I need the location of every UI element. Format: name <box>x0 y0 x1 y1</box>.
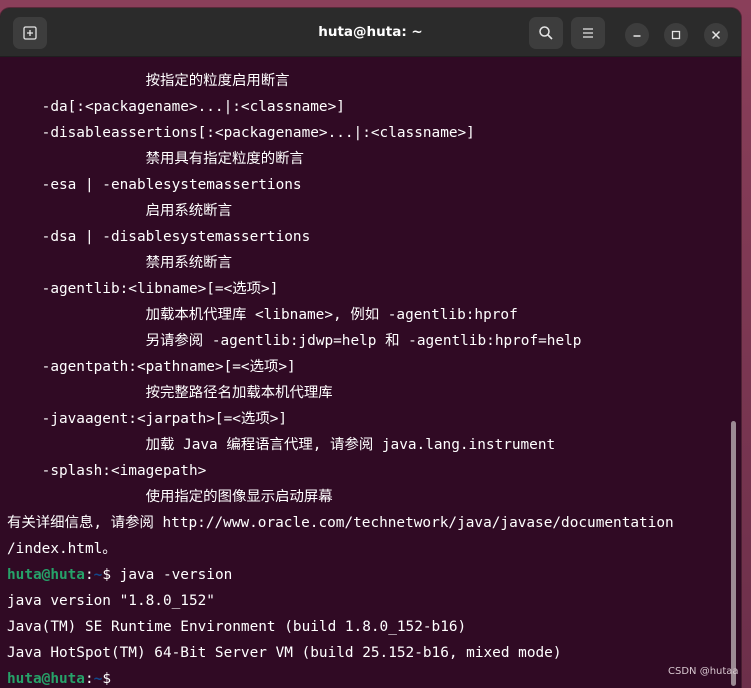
prompt-line: huta@huta:~$ java -version <box>7 562 232 588</box>
minimize-icon <box>633 35 641 37</box>
output-line: -dsa | -disablesystemassertions <box>7 229 311 245</box>
output-line: 加载 Java 编程语言代理, 请参阅 java.lang.instrument <box>7 437 556 453</box>
output-line: -agentlib:<libname>[=<选项>] <box>7 281 279 297</box>
search-button[interactable] <box>529 17 563 49</box>
terminal-output-area[interactable]: 按指定的粒度启用断言 -da[:<packagename>...|:<class… <box>0 57 741 688</box>
output-line: 使用指定的图像显示启动屏幕 <box>7 489 333 505</box>
prompt-command: java -version <box>119 567 233 583</box>
hamburger-menu-icon <box>583 28 593 38</box>
output-line: Java HotSpot(TM) 64-Bit Server VM (build… <box>7 645 562 661</box>
output-line: -esa | -enablesystemassertions <box>7 177 302 193</box>
prompt-symbol: $ <box>102 671 120 687</box>
maximize-icon <box>671 30 681 40</box>
output-line: -agentpath:<pathname>[=<选项>] <box>7 359 296 375</box>
menu-button[interactable] <box>571 17 605 49</box>
new-tab-icon <box>23 26 37 40</box>
prompt-separator: : <box>84 671 94 687</box>
prompt-symbol: $ <box>102 567 120 583</box>
output-line: /index.html。 <box>7 541 117 557</box>
output-line: -javaagent:<jarpath>[=<选项>] <box>7 411 288 427</box>
new-tab-button[interactable] <box>13 17 47 49</box>
output-line: 禁用系统断言 <box>7 255 232 271</box>
output-line: -splash:<imagepath> <box>7 463 207 479</box>
output-line: 有关详细信息, 请参阅 http://www.oracle.com/techne… <box>7 515 674 531</box>
text-cursor <box>120 671 129 688</box>
prompt-user: huta@huta <box>7 567 85 583</box>
output-line: 启用系统断言 <box>7 203 232 219</box>
output-line: 禁用具有指定粒度的断言 <box>7 151 304 167</box>
desktop-background: huta@huta: ~ 按指定的粒度启用断言 -da[:<packagenam… <box>0 0 751 688</box>
output-line: 按完整路径名加载本机代理库 <box>7 385 333 401</box>
output-line: -da[:<packagename>...|:<classname>] <box>7 99 345 115</box>
prompt-separator: : <box>84 567 94 583</box>
minimize-button[interactable] <box>625 23 649 47</box>
prompt-user: huta@huta <box>7 671 85 687</box>
output-line: -disableassertions[:<packagename>...|:<c… <box>7 125 475 141</box>
scrollbar-thumb[interactable] <box>731 421 736 686</box>
close-icon <box>711 30 721 40</box>
titlebar: huta@huta: ~ <box>0 8 741 57</box>
output-line: java version "1.8.0_152" <box>7 593 215 609</box>
output-line: 按指定的粒度启用断言 <box>7 73 290 89</box>
output-line: 加载本机代理库 <libname>, 例如 -agentlib:hprof <box>7 307 518 323</box>
maximize-button[interactable] <box>664 23 688 47</box>
terminal-window: huta@huta: ~ 按指定的粒度启用断言 -da[:<packagenam… <box>0 8 741 688</box>
output-line: 另请参阅 -agentlib:jdwp=help 和 -agentlib:hpr… <box>7 333 582 349</box>
output-line: Java(TM) SE Runtime Environment (build 1… <box>7 619 467 635</box>
search-icon <box>539 26 553 40</box>
watermark-text: CSDN @hutaa <box>668 666 739 677</box>
close-button[interactable] <box>704 23 728 47</box>
active-prompt-line[interactable]: huta@huta:~$ <box>7 666 129 688</box>
